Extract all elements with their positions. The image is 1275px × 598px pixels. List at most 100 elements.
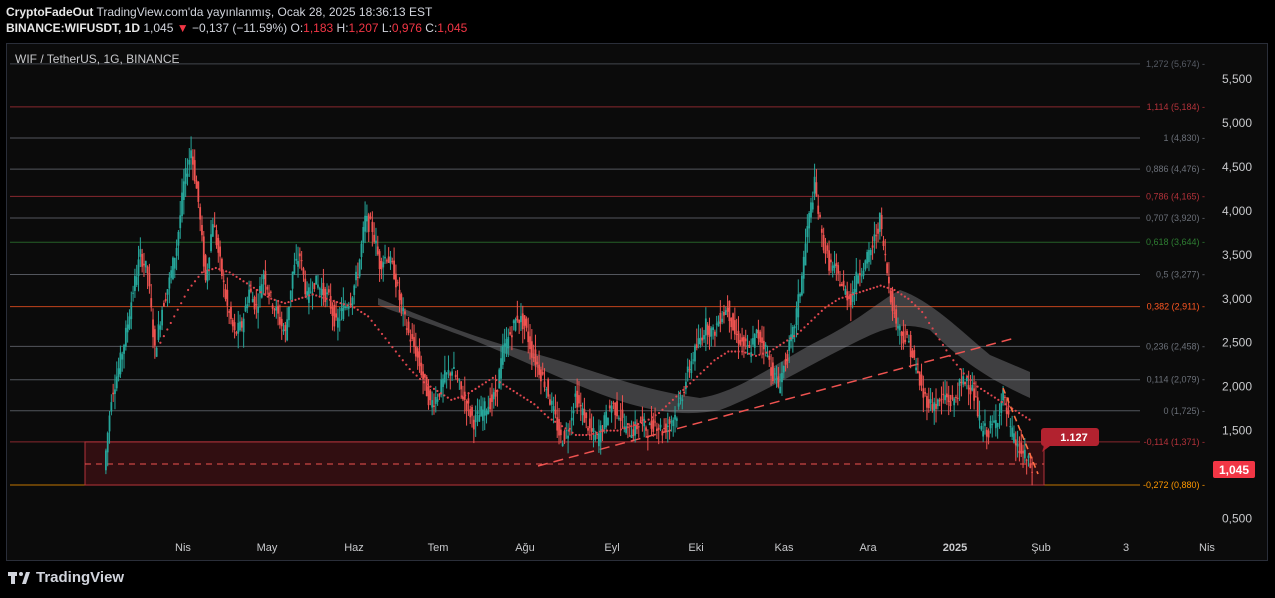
sma-dot <box>412 371 415 374</box>
sma-dot <box>751 353 754 356</box>
candle-body <box>726 307 729 312</box>
sma-dot <box>502 383 505 386</box>
candle-body <box>438 393 441 397</box>
candle-body <box>793 326 796 329</box>
candle-body <box>842 280 845 287</box>
sma-dot <box>741 350 744 353</box>
candle-body <box>1013 433 1015 443</box>
sma-dot <box>844 295 848 298</box>
candle-body <box>907 341 910 343</box>
candle-body <box>302 268 305 275</box>
candle-body <box>324 288 327 303</box>
candle-body <box>106 432 109 453</box>
candle-body <box>853 289 856 295</box>
candle-body <box>714 331 716 336</box>
candle-body <box>1009 426 1012 428</box>
candle-body <box>893 312 896 314</box>
x-tick-label: Eki <box>688 542 703 554</box>
candle-body <box>240 321 243 328</box>
candle-body <box>994 420 997 429</box>
candle-body <box>476 411 479 415</box>
sma-dot <box>955 363 958 366</box>
candle-body <box>661 431 664 436</box>
candle-body <box>565 430 568 432</box>
y-tick-label: 3,000 <box>1222 292 1252 306</box>
candle-body <box>743 336 745 347</box>
sma-dot <box>245 282 249 285</box>
candle-body <box>728 300 731 322</box>
price-chart[interactable]: 5,500 5,000 4,500 4,000 3,500 3,000 2,500 2,000… <box>0 0 1275 598</box>
candle-body <box>686 366 689 373</box>
sma-dot <box>183 295 186 298</box>
sma-dot <box>702 369 706 372</box>
candle-body <box>215 230 218 246</box>
candle-body <box>550 400 553 405</box>
candle-body <box>699 337 702 345</box>
candle-body <box>159 325 162 330</box>
candle-body <box>166 289 169 295</box>
candle-body <box>786 354 789 362</box>
candle-body <box>347 306 350 309</box>
sma-dot <box>419 377 422 381</box>
footer-brand[interactable]: TradingView <box>8 569 124 586</box>
sma-dot <box>512 389 515 393</box>
candle-body <box>719 312 722 324</box>
candle-body <box>195 180 198 189</box>
candle-body <box>264 270 267 285</box>
candle-body <box>933 402 936 412</box>
candle-body <box>824 250 827 254</box>
candle-body <box>868 250 870 263</box>
candle-body <box>1023 449 1026 459</box>
sma-dot <box>304 295 307 298</box>
candle-body <box>251 298 254 303</box>
sma-dot <box>1024 416 1028 419</box>
candle-body <box>491 394 493 402</box>
candle-body <box>857 275 859 284</box>
sma-dot <box>335 300 339 304</box>
candle-body <box>414 346 417 357</box>
sma-dot <box>609 429 612 432</box>
candle-body <box>958 378 961 386</box>
candle-body <box>741 337 743 342</box>
candle-body <box>670 421 673 423</box>
candle-body <box>569 427 571 430</box>
sma-dot <box>612 429 616 432</box>
candle-body <box>173 257 176 269</box>
sma-dot <box>585 433 588 437</box>
sma-dot <box>425 383 429 386</box>
candle-body <box>815 182 818 196</box>
candle-body <box>395 273 397 288</box>
candle-body <box>554 409 557 415</box>
y-tick-label: 1,500 <box>1222 424 1252 438</box>
candle-body <box>650 420 653 429</box>
candle-body <box>746 345 749 347</box>
candle-body <box>460 381 463 390</box>
sma-dot <box>775 346 778 349</box>
candle-body <box>164 299 167 301</box>
candle-body <box>811 202 814 210</box>
candle-body <box>944 395 946 401</box>
candle-body <box>795 308 798 326</box>
candle-body <box>831 265 834 271</box>
candle-body <box>610 405 613 413</box>
candle-body <box>648 423 651 425</box>
sma-dot <box>287 300 290 304</box>
candle-body <box>489 398 492 410</box>
sma-dot <box>851 293 855 296</box>
candle-body <box>737 330 740 344</box>
candle-body <box>213 225 216 228</box>
candle-body <box>759 331 762 343</box>
sma-dot <box>557 422 560 426</box>
candle-body <box>627 423 629 425</box>
sma-dot <box>367 315 370 318</box>
x-tick-label: Şub <box>1031 542 1051 554</box>
candle-body <box>509 332 511 335</box>
candle-body <box>494 389 497 397</box>
candle-body <box>250 288 252 292</box>
candle-body <box>561 443 564 447</box>
sma-dot <box>377 328 380 331</box>
sma-dot <box>477 385 481 388</box>
candle-body <box>917 370 919 374</box>
sma-dot <box>315 294 318 297</box>
candle-body <box>358 259 361 277</box>
